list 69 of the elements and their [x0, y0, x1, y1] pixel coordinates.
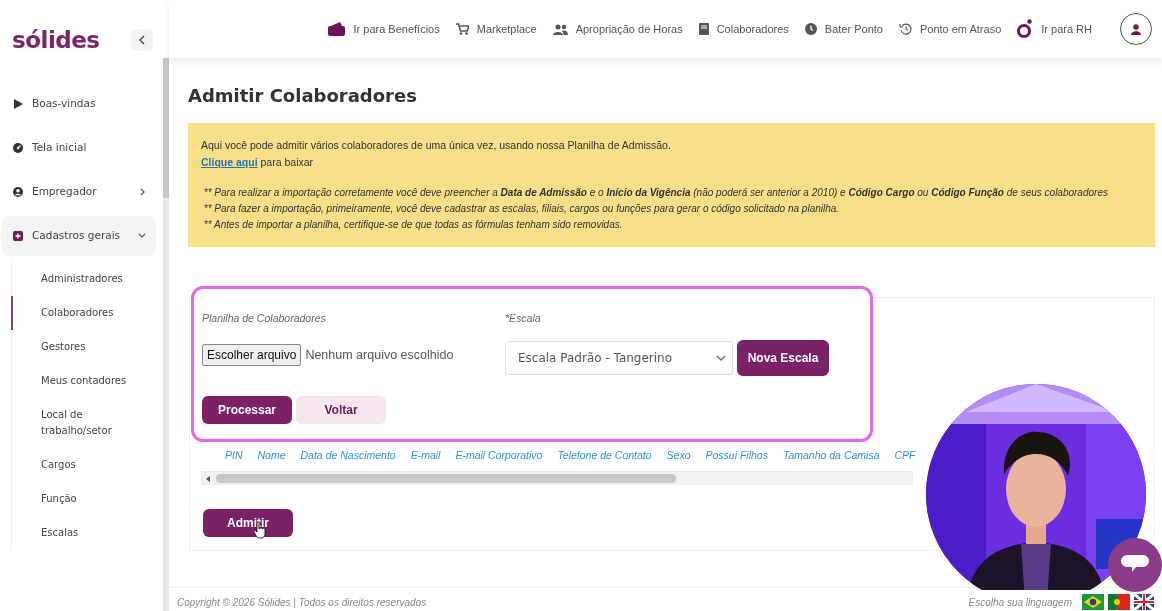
user-icon — [1131, 23, 1141, 35]
chevron-down-icon — [716, 355, 726, 362]
cart-icon — [455, 23, 469, 35]
chevron-left-icon — [138, 35, 146, 45]
new-scale-button[interactable]: Nova Escala — [737, 340, 829, 377]
scroll-left-icon[interactable] — [205, 475, 211, 482]
notice-text: para baixar — [260, 155, 314, 168]
scale-select[interactable]: Escala Padrão - Tangerino — [505, 341, 733, 376]
chat-button[interactable] — [1108, 538, 1162, 592]
chevron-right-icon — [140, 188, 146, 196]
copyright-text: Copyright © 2026 Sólides | Todos os direitos reservados — [177, 596, 427, 610]
sidebar-subitem[interactable]: Administradores — [11, 262, 131, 296]
admit-button[interactable]: Admitir — [203, 509, 293, 538]
nav-link[interactable]: Ir para RH — [1017, 19, 1092, 39]
column-header[interactable]: Sexo — [666, 447, 691, 464]
uk-flag-icon[interactable] — [1134, 594, 1154, 610]
column-header[interactable]: Nome — [257, 447, 286, 464]
sidebar-item[interactable]: Empregador — [2, 172, 156, 212]
column-header[interactable]: Tamanho da Camisa — [782, 447, 880, 464]
note-text: ** Para fazer a importação, primeiramente, você deve cadastrar as escalas, filiais, cargos ou funções para gerar o código solicitado na planilha. — [202, 201, 841, 216]
scrollbar-thumb[interactable] — [216, 474, 676, 484]
gauge-icon — [13, 143, 23, 153]
column-header[interactable]: PIN — [225, 447, 243, 464]
collapse-button[interactable] — [131, 29, 153, 51]
field-label: Planilha de Colaboradores — [202, 310, 327, 326]
wallet-icon — [327, 22, 346, 36]
choose-file-button[interactable]: Escolher arquivo — [202, 344, 302, 367]
nav-link[interactable]: Ponto em Atraso — [898, 20, 1002, 38]
page-title: Admitir Colaboradores — [188, 84, 418, 108]
column-header[interactable]: Data de Nascimento — [300, 447, 396, 464]
portugal-flag-icon[interactable] — [1108, 594, 1130, 610]
chevron-down-icon — [138, 233, 146, 239]
horizontal-scrollbar[interactable] — [201, 471, 913, 486]
user-circle-icon — [13, 187, 23, 197]
nav-link[interactable]: Apropriação de Horas — [552, 20, 683, 38]
download-link[interactable]: Clique aqui — [201, 155, 258, 168]
column-header[interactable]: E-mail — [410, 447, 441, 464]
nav-link[interactable]: Colaboradores — [698, 20, 789, 38]
clock-icon — [804, 23, 817, 35]
column-header[interactable]: CPF — [894, 447, 916, 464]
logo: sólides — [12, 25, 100, 55]
sidebar-item[interactable]: Tela inicial — [2, 128, 156, 168]
column-header[interactable]: E-mail Corporativo — [455, 447, 543, 464]
sidebar-item[interactable]: Boas-vindas — [2, 84, 156, 124]
file-status: Nenhum arquivo escolhido — [305, 346, 454, 364]
ring-icon — [1017, 19, 1034, 39]
column-header[interactable]: Possui Filhos — [705, 447, 768, 464]
history-icon — [898, 23, 912, 35]
notice-text: Aqui você pode admitir vários colaboradores de uma única vez, usando nossa Planilha de Admissão. — [201, 138, 672, 153]
nav-link[interactable]: Marketplace — [455, 20, 537, 38]
user-button[interactable] — [1120, 13, 1152, 45]
people-icon — [552, 23, 568, 35]
field-label: *Escala — [505, 310, 542, 326]
nav-link[interactable]: Ir para Benefícios — [327, 20, 440, 38]
process-button[interactable]: Processar — [202, 396, 292, 425]
sidebar-item[interactable]: Cadastros gerais — [2, 216, 156, 256]
note-text: ** Antes de importar a planilha, certifique-se de que todas as fórmulas tenham sido removidas. — [202, 217, 624, 232]
nav-link[interactable]: Bater Ponto — [804, 20, 883, 38]
scrollbar-thumb[interactable] — [163, 58, 169, 198]
brazil-flag-icon[interactable] — [1082, 594, 1104, 610]
note-text: ** Para realizar a importação corretamente você deve preencher a Data de Admissão e o Início da Vigência (não poderá ser anterior a 2010) e Código Cargo ou Código Função de seus colaboradores — [202, 185, 1109, 200]
plus-square-icon — [13, 231, 23, 241]
play-icon — [13, 99, 23, 109]
back-button[interactable]: Voltar — [296, 396, 386, 425]
column-header[interactable]: Telefone de Contato — [557, 447, 652, 464]
sidebar-subitem[interactable]: Local de trabalho/setor — [11, 398, 131, 448]
sidebar-subitem[interactable]: Meus contadores — [11, 364, 131, 398]
book-icon — [698, 23, 709, 35]
language-label: Escolha sua linguagem — [968, 595, 1072, 610]
